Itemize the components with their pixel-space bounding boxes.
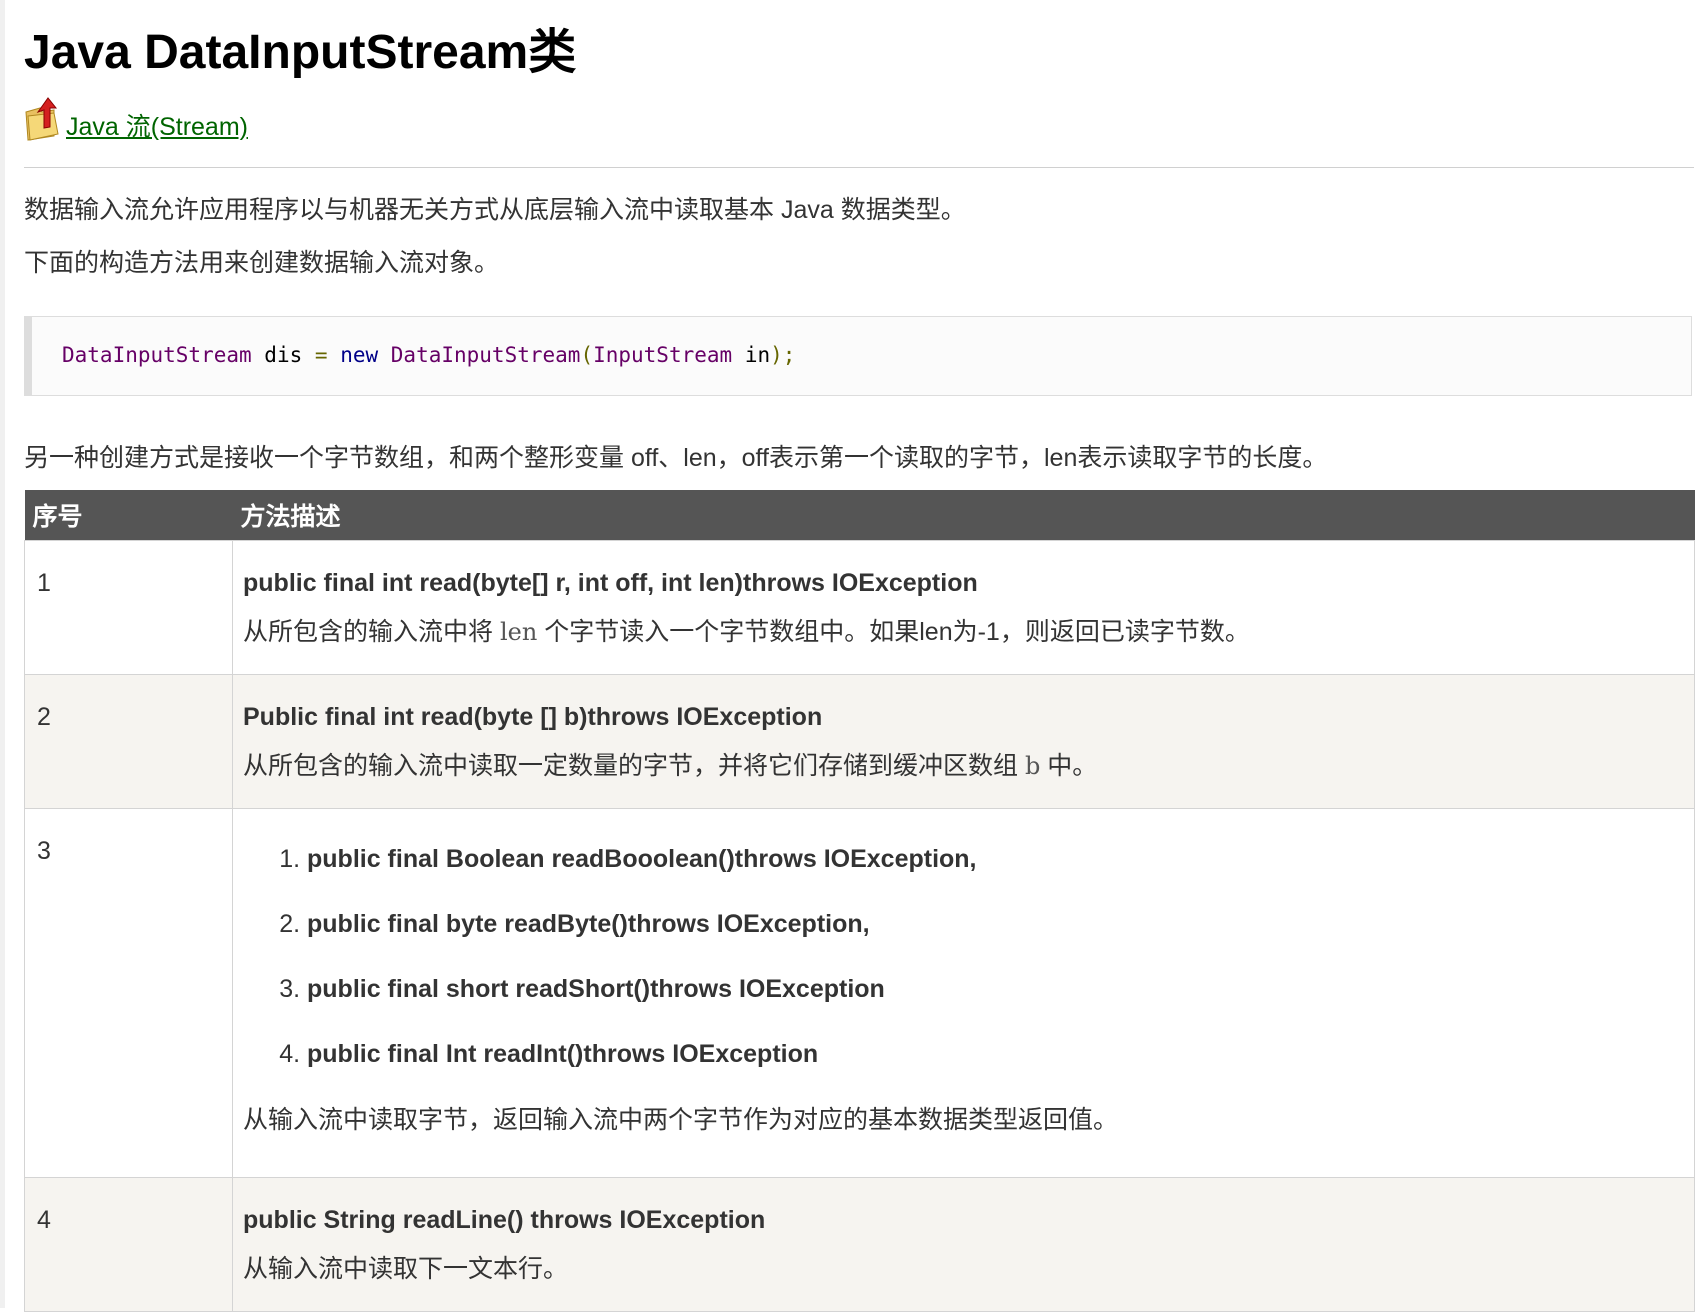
back-link-row: Java 流(Stream)	[24, 92, 248, 142]
row-number: 1	[24, 540, 233, 675]
methods-table: 序号 方法描述 1 public final int read(byte[] r…	[24, 490, 1695, 1312]
method-signature: public final int read(byte[] r, int off,…	[243, 569, 978, 597]
java-stream-link[interactable]: Java 流(Stream)	[66, 112, 248, 142]
method-list-item: public final byte readByte()throws IOExc…	[307, 909, 1684, 939]
code-block: DataInputStream dis = new DataInputStrea…	[24, 316, 1692, 396]
method-note: 从所包含的输入流中将 len 个字节读入一个字节数组中。如果len为-1，则返回…	[243, 616, 1684, 648]
note-text: 个字节读入一个字节数组中。如果len为-1，则返回已读字节数。	[537, 618, 1250, 646]
page-title: Java DataInputStream类	[24, 26, 577, 79]
table-row: 1 public final int read(byte[] r, int of…	[24, 540, 1695, 675]
table-row: 4 public String readLine() throws IOExce…	[24, 1177, 1695, 1312]
table-row: 2 Public final int read(byte [] b)throws…	[24, 674, 1695, 809]
header-description: 方法描述	[232, 490, 1695, 541]
table-header-row: 序号 方法描述	[24, 490, 1695, 541]
left-edge	[0, 0, 5, 1308]
method-note: 从输入流中读取字节，返回输入流中两个字节作为对应的基本数据类型返回值。	[243, 1106, 1119, 1134]
intro-paragraph-3: 另一种创建方式是接收一个字节数组，和两个整形变量 off、len，off表示第一…	[24, 444, 1328, 472]
row-number: 2	[24, 674, 233, 809]
row-description: public String readLine() throws IOExcept…	[232, 1177, 1695, 1312]
table-row: 3 public final Boolean readBooolean()thr…	[24, 808, 1695, 1178]
method-signature: Public final int read(byte [] b)throws I…	[243, 703, 823, 731]
code-parameter: in	[732, 343, 771, 367]
note-text: 从所包含的输入流中将	[243, 618, 500, 646]
method-note: 从输入流中读取下一文本行。	[243, 1255, 569, 1283]
row-description: public final Boolean readBooolean()throw…	[232, 808, 1695, 1178]
method-note: 从所包含的输入流中读取一定数量的字节，并将它们存储到缓冲区数组 b 中。	[243, 750, 1684, 782]
method-list-item: public final short readShort()throws IOE…	[307, 974, 1684, 1004]
row-number: 3	[24, 808, 233, 1178]
row-description: Public final int read(byte [] b)throws I…	[232, 674, 1695, 809]
folder-up-icon	[24, 96, 62, 142]
divider	[24, 167, 1694, 168]
code-variable: dis	[251, 343, 315, 367]
header-number: 序号	[24, 490, 233, 541]
code-type: InputStream	[593, 343, 733, 367]
code-punctuation: );	[770, 343, 796, 367]
note-text: 中。	[1040, 752, 1098, 780]
code-type: DataInputStream	[62, 343, 252, 367]
intro-paragraph-2: 下面的构造方法用来创建数据输入流对象。	[24, 249, 500, 277]
intro-paragraph-1: 数据输入流允许应用程序以与机器无关方式从底层输入流中读取基本 Java 数据类型…	[24, 196, 966, 224]
code-punctuation: (	[580, 343, 594, 367]
code-type: DataInputStream	[390, 343, 581, 367]
method-signature: public String readLine() throws IOExcept…	[243, 1206, 766, 1234]
row-description: public final int read(byte[] r, int off,…	[232, 540, 1695, 675]
note-code: b	[1024, 752, 1041, 780]
code-keyword: new	[340, 343, 379, 367]
method-list: public final Boolean readBooolean()throw…	[243, 844, 1684, 1069]
row-number: 4	[24, 1177, 233, 1312]
method-list-item: public final Int readInt()throws IOExcep…	[307, 1039, 1684, 1069]
method-list-item: public final Boolean readBooolean()throw…	[307, 844, 1684, 874]
code-operator: =	[314, 343, 328, 367]
note-text: 从所包含的输入流中读取一定数量的字节，并将它们存储到缓冲区数组	[243, 752, 1025, 780]
code-line: DataInputStream dis = new DataInputStrea…	[62, 343, 795, 367]
note-code: len	[499, 618, 538, 646]
